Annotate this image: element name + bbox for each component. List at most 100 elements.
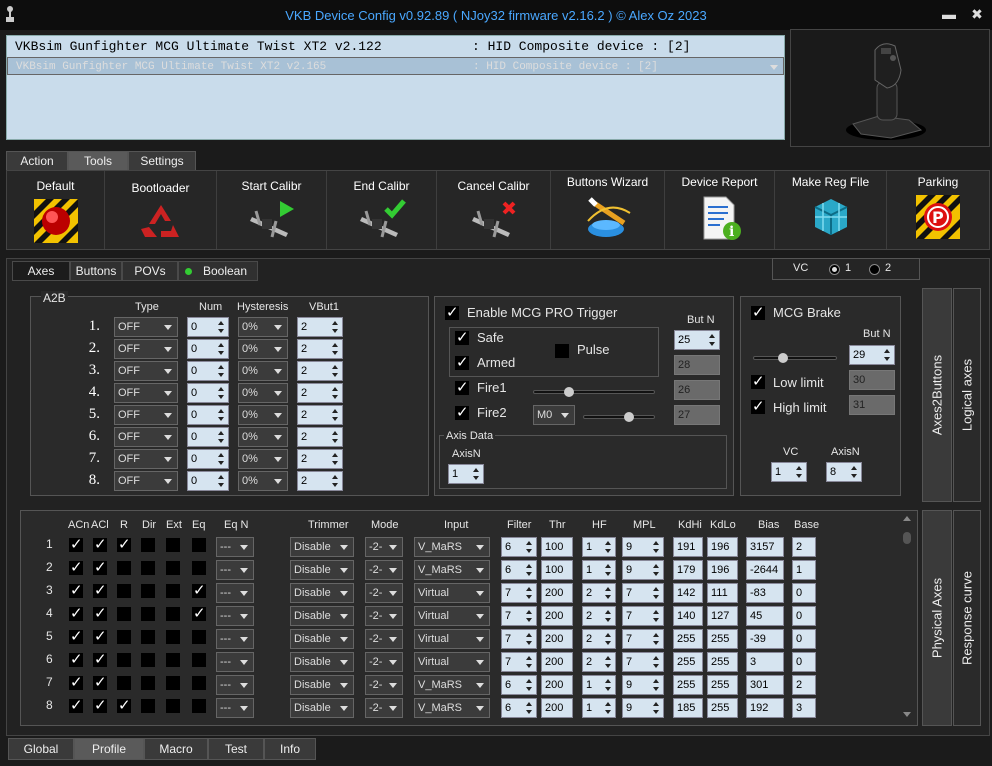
kdlo-field[interactable]: 255 (707, 652, 738, 672)
acl-checkbox[interactable] (93, 536, 107, 554)
mpl-spinner[interactable]: 7 (622, 629, 664, 649)
tab-macro[interactable]: Macro (144, 738, 208, 760)
eq-n-select[interactable]: --- (216, 583, 254, 603)
tab-info[interactable]: Info (264, 738, 316, 760)
r-checkbox[interactable] (117, 697, 131, 715)
bias-field[interactable]: 192 (746, 698, 784, 718)
filter-spinner[interactable]: 6 (501, 698, 537, 718)
acn-checkbox[interactable] (69, 628, 83, 646)
filter-spinner[interactable]: 7 (501, 583, 537, 603)
trimmer-select[interactable]: Disable (290, 629, 354, 649)
subtab-boolean[interactable]: Boolean (178, 261, 258, 281)
eq-n-select[interactable]: --- (216, 560, 254, 580)
kdlo-field[interactable]: 196 (707, 537, 738, 557)
mcg-brake-checkbox[interactable] (751, 304, 765, 322)
hf-spinner[interactable]: 2 (582, 629, 616, 649)
filter-spinner[interactable]: 7 (501, 652, 537, 672)
acl-checkbox[interactable] (93, 628, 107, 646)
mode-select[interactable]: -2- (365, 675, 403, 695)
bias-field[interactable]: -39 (746, 629, 784, 649)
base-field[interactable]: 2 (792, 537, 816, 557)
hysteresis-select[interactable]: 0% (238, 383, 288, 403)
thr-field[interactable]: 200 (541, 652, 573, 672)
acl-checkbox[interactable] (93, 674, 107, 692)
pulse-checkbox[interactable] (555, 344, 569, 358)
device-row[interactable]: VKBsim Gunfighter MCG Ultimate Twist XT2… (7, 38, 784, 56)
base-field[interactable]: 0 (792, 652, 816, 672)
kdlo-field[interactable]: 127 (707, 606, 738, 626)
eq-n-select[interactable]: --- (216, 606, 254, 626)
tab-physical-axes[interactable]: Physical Axes (922, 510, 952, 726)
trimmer-select[interactable]: Disable (290, 675, 354, 695)
thr-field[interactable]: 100 (541, 537, 573, 557)
tab-axes2buttons[interactable]: Axes2Buttons (922, 288, 952, 502)
acl-checkbox[interactable] (93, 651, 107, 669)
acl-checkbox[interactable] (93, 605, 107, 623)
acl-checkbox[interactable] (93, 582, 107, 600)
safe-checkbox[interactable] (455, 329, 469, 347)
kdhi-field[interactable]: 140 (673, 606, 703, 626)
mpl-spinner[interactable]: 9 (622, 560, 664, 580)
vbut-spinner[interactable]: 2 (297, 471, 343, 491)
hysteresis-select[interactable]: 0% (238, 449, 288, 469)
dir-checkbox[interactable] (141, 676, 155, 690)
num-spinner[interactable]: 0 (187, 449, 229, 469)
eq-n-select[interactable]: --- (216, 629, 254, 649)
hysteresis-select[interactable]: 0% (238, 361, 288, 381)
r-checkbox[interactable] (117, 607, 131, 621)
kdlo-field[interactable]: 196 (707, 560, 738, 580)
subtab-axes[interactable]: Axes (12, 261, 70, 281)
bias-field[interactable]: -2644 (746, 560, 784, 580)
mpl-spinner[interactable]: 9 (622, 675, 664, 695)
tab-settings[interactable]: Settings (128, 151, 196, 171)
thr-field[interactable]: 200 (541, 698, 573, 718)
vbut-spinner[interactable]: 2 (297, 361, 343, 381)
default-tool-button[interactable]: Default (7, 171, 105, 249)
vbut-spinner[interactable]: 2 (297, 383, 343, 403)
base-field[interactable]: 1 (792, 560, 816, 580)
safe-but-n-spinner[interactable]: 25 (674, 330, 720, 350)
num-spinner[interactable]: 0 (187, 339, 229, 359)
fire2-mode-select[interactable]: M0 (533, 405, 575, 425)
hysteresis-select[interactable]: 0% (238, 471, 288, 491)
dir-checkbox[interactable] (141, 630, 155, 644)
tab-logical-axes[interactable]: Logical axes (953, 288, 981, 502)
hysteresis-select[interactable]: 0% (238, 339, 288, 359)
input-select[interactable]: V_MaRS (414, 675, 490, 695)
dir-checkbox[interactable] (141, 538, 155, 552)
brake-but-n-spinner[interactable]: 29 (849, 345, 895, 365)
bias-field[interactable]: -83 (746, 583, 784, 603)
hf-spinner[interactable]: 2 (582, 652, 616, 672)
vc-radio-2[interactable] (869, 264, 880, 275)
vc-radio-1[interactable] (829, 264, 840, 275)
close-button[interactable]: ✖ (966, 4, 988, 24)
kdhi-field[interactable]: 191 (673, 537, 703, 557)
ext-checkbox[interactable] (166, 676, 180, 690)
eq-n-select[interactable]: --- (216, 675, 254, 695)
trimmer-select[interactable]: Disable (290, 583, 354, 603)
filter-spinner[interactable]: 7 (501, 606, 537, 626)
hysteresis-select[interactable]: 0% (238, 427, 288, 447)
input-select[interactable]: Virtual (414, 629, 490, 649)
hf-spinner[interactable]: 1 (582, 675, 616, 695)
r-checkbox[interactable] (117, 561, 131, 575)
acn-checkbox[interactable] (69, 582, 83, 600)
filter-spinner[interactable]: 6 (501, 537, 537, 557)
r-checkbox[interactable] (117, 676, 131, 690)
brake-vc-spinner[interactable]: 1 (771, 462, 807, 482)
fire1-checkbox[interactable] (455, 379, 469, 397)
eq-checkbox[interactable] (192, 561, 206, 575)
num-spinner[interactable]: 0 (187, 471, 229, 491)
mode-select[interactable]: -2- (365, 537, 403, 557)
kdlo-field[interactable]: 255 (707, 629, 738, 649)
mode-select[interactable]: -2- (365, 629, 403, 649)
ext-checkbox[interactable] (166, 607, 180, 621)
mpl-spinner[interactable]: 7 (622, 583, 664, 603)
trimmer-select[interactable]: Disable (290, 698, 354, 718)
type-select[interactable]: OFF (114, 427, 178, 447)
vbut-spinner[interactable]: 2 (297, 449, 343, 469)
make-reg-file-tool-button[interactable]: Make Reg File (775, 171, 887, 249)
mpl-spinner[interactable]: 9 (622, 698, 664, 718)
type-select[interactable]: OFF (114, 361, 178, 381)
bias-field[interactable]: 3 (746, 652, 784, 672)
